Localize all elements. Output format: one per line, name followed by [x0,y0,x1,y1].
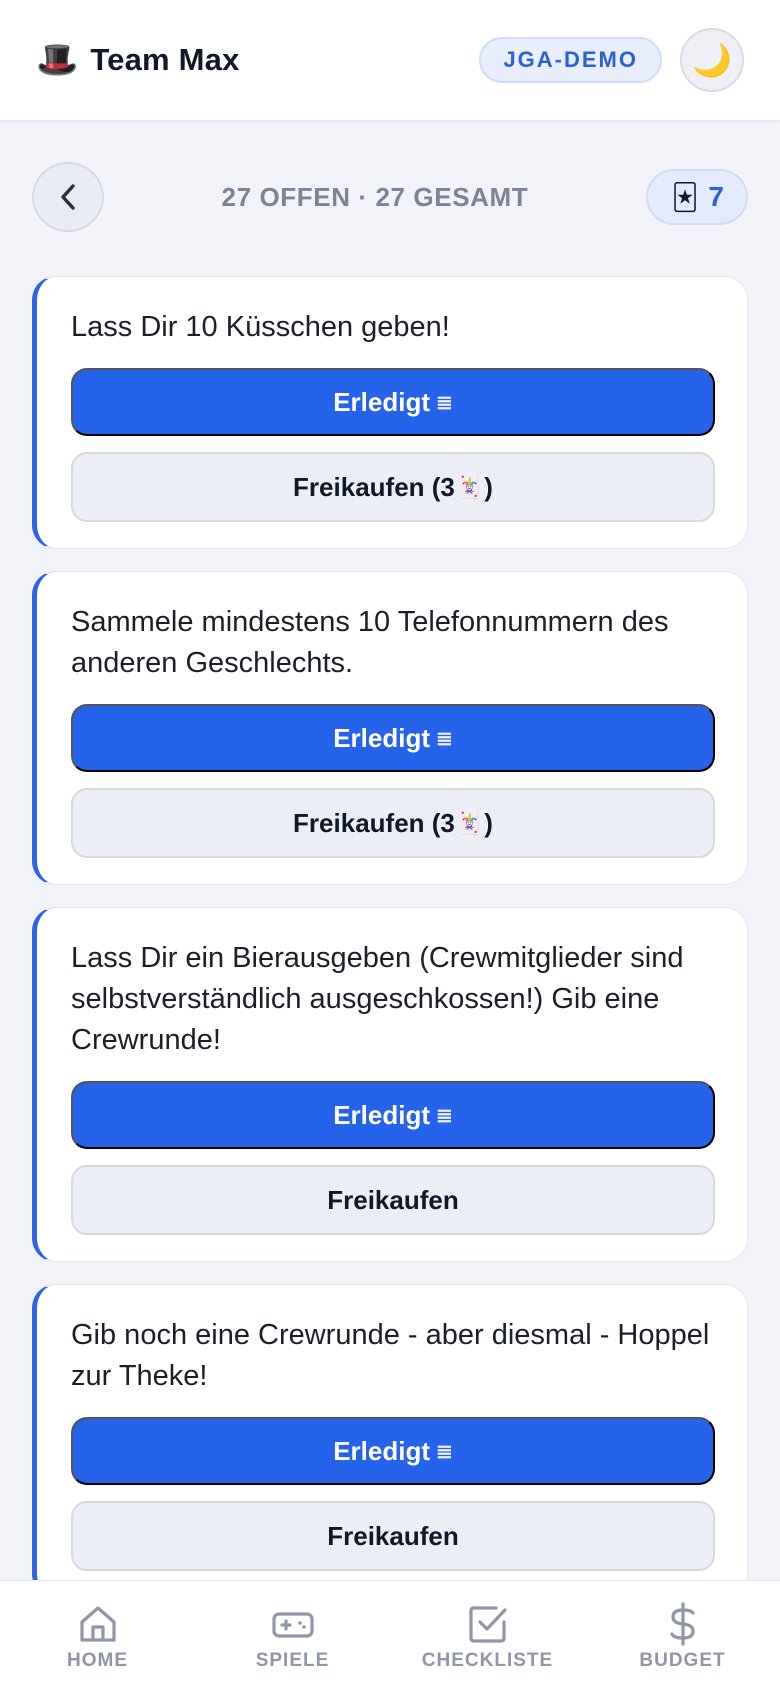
app-header: 🎩 Team Max JGA-DEMO 🌙 [0,0,780,120]
done-button[interactable]: Erledigt ≣ [71,1417,715,1485]
chevron-left-icon [61,184,75,210]
theme-toggle-button[interactable]: 🌙 [680,28,744,92]
buyout-button[interactable]: Freikaufen [71,1501,715,1571]
back-button[interactable] [32,162,104,232]
home-icon [79,1605,116,1642]
list-icon: ≣ [436,391,453,414]
done-button[interactable]: Erledigt ≣ [71,368,715,436]
task-text: Gib noch eine Crewrunde - aber diesmal -… [71,1319,710,1392]
task-text: Sammele mindestens 10 Telefonnummern des… [71,606,669,679]
bottom-nav: HOME SPIELE CHECKLISTE BUDGET [0,1580,780,1688]
buyout-label: Freikaufen [327,1520,459,1551]
task-text: Lass Dir 10 Küsschen geben! [71,311,450,343]
task-card: Lass Dir 10 Küsschen geben! Erledigt ≣ F… [32,276,748,549]
moon-icon: 🌙 [692,42,732,78]
list-icon: ≣ [436,1440,453,1463]
demo-badge[interactable]: JGA-DEMO [479,37,662,83]
top-hat-icon: 🎩 [36,41,79,79]
nav-label: SPIELE [255,1649,330,1671]
buyout-button[interactable]: Freikaufen (3 🃏 ) [71,788,715,858]
joker-icon: 🃏 [455,474,484,499]
team-title: Team Max [90,42,240,77]
joker-icon: 🃏 [671,182,699,212]
brand: 🎩 Team Max [36,42,240,78]
done-label: Erledigt [333,1099,431,1130]
buyout-label: Freikaufen (3 [293,471,455,502]
buyout-suffix: ) [484,807,493,838]
joker-count: 7 [708,181,724,212]
task-list: Lass Dir 10 Küsschen geben! Erledigt ≣ F… [32,276,748,1598]
done-button[interactable]: Erledigt ≣ [71,704,715,772]
task-counts: 27 OFFEN · 27 GESAMT [221,181,529,212]
done-button[interactable]: Erledigt ≣ [71,1081,715,1149]
status-bar: 27 OFFEN · 27 GESAMT 🃏 7 [32,162,748,232]
buyout-label: Freikaufen [327,1184,459,1215]
gamepad-icon [271,1611,314,1638]
nav-item-games[interactable]: SPIELE [208,1602,378,1672]
task-card: Lass Dir ein Bierausgeben (Crewmitgliede… [32,907,748,1262]
nav-label: BUDGET [639,1649,726,1671]
task-card: Sammele mindestens 10 Telefonnummern des… [32,571,748,885]
done-label: Erledigt [333,386,431,417]
buyout-label: Freikaufen (3 [293,807,455,838]
buyout-button[interactable]: Freikaufen [71,1165,715,1235]
list-icon: ≣ [436,1104,453,1127]
checkbox-icon [468,1605,507,1643]
dollar-icon [669,1601,695,1646]
done-label: Erledigt [333,1435,431,1466]
nav-item-checklist[interactable]: CHECKLISTE [403,1602,573,1672]
nav-item-budget[interactable]: BUDGET [598,1601,768,1672]
list-icon: ≣ [436,727,453,750]
nav-item-home[interactable]: HOME [13,1602,183,1672]
task-text: Lass Dir ein Bierausgeben (Crewmitgliede… [71,942,684,1056]
joker-counter[interactable]: 🃏 7 [645,169,748,225]
task-card: Gib noch eine Crewrunde - aber diesmal -… [32,1284,748,1598]
buyout-button[interactable]: Freikaufen (3 🃏 ) [71,452,715,522]
done-label: Erledigt [333,722,431,753]
joker-icon: 🃏 [455,810,484,835]
header-actions: JGA-DEMO 🌙 [479,28,744,92]
nav-label: HOME [67,1649,128,1671]
buyout-suffix: ) [484,471,493,502]
nav-label: CHECKLISTE [421,1649,554,1671]
